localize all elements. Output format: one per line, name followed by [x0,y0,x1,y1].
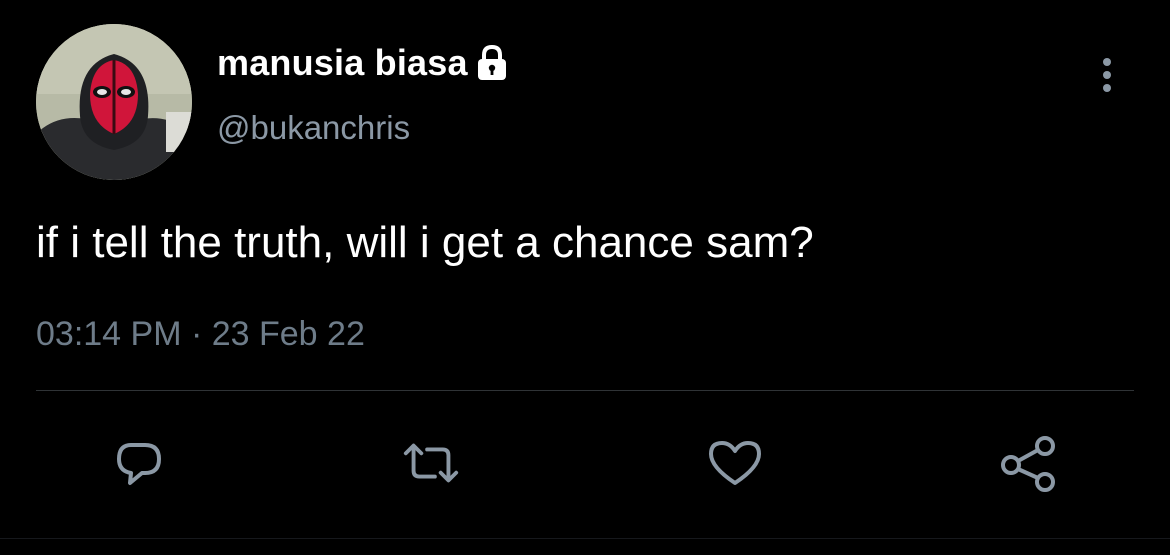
reply-button[interactable] [108,432,170,494]
more-vertical-icon [1103,58,1111,92]
heart-icon [709,441,761,485]
share-button[interactable] [998,432,1060,494]
share-icon [1001,436,1055,492]
more-options-button[interactable] [1090,50,1124,100]
bottom-divider [0,538,1170,539]
retweet-icon [403,443,459,483]
author-name-row[interactable]: manusia biasa [217,40,510,86]
avatar[interactable] [36,24,192,180]
lock-icon [474,44,510,82]
avatar-image [36,24,192,180]
like-button[interactable] [704,432,766,494]
divider [36,390,1134,391]
tweet-text: if i tell the truth, will i get a chance… [36,218,814,267]
display-name[interactable]: manusia biasa [217,40,468,86]
author-handle[interactable]: @bukanchris [217,108,410,148]
retweet-button[interactable] [400,432,462,494]
tweet-timestamp[interactable]: 03:14 PM · 23 Feb 22 [36,312,365,356]
reply-icon [117,443,161,485]
